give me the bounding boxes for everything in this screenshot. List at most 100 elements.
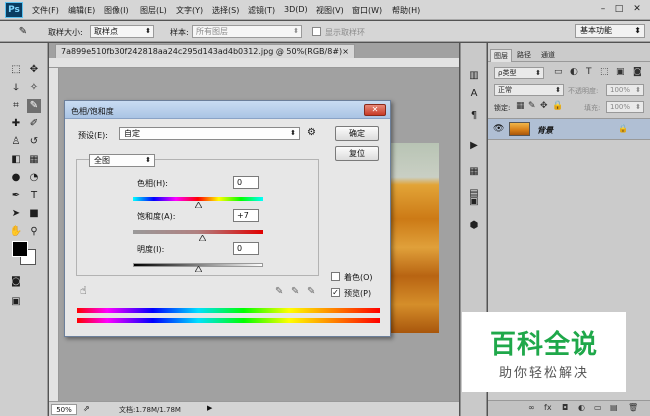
preset-select[interactable]: 自定 ⬍ bbox=[119, 127, 300, 140]
targeted-adjustment-hand-icon[interactable]: ☝ bbox=[80, 284, 87, 297]
new-group-icon[interactable]: ▭ bbox=[594, 403, 602, 412]
actions-panel-icon[interactable]: ▶ bbox=[466, 139, 482, 153]
menu-file[interactable]: 文件(F) bbox=[32, 5, 59, 16]
document-tab[interactable]: 7a899e510fb30f242818aa24c295d143ad4b0312… bbox=[55, 44, 355, 58]
menu-help[interactable]: 帮助(H) bbox=[392, 5, 420, 16]
close-window-button[interactable]: ✕ bbox=[630, 3, 644, 15]
hand-tool-icon[interactable]: ✋ bbox=[9, 225, 23, 239]
filter-shape-icon[interactable]: ⬚ bbox=[600, 67, 609, 77]
menu-view[interactable]: 视图(V) bbox=[316, 5, 344, 16]
saturation-slider-thumb[interactable] bbox=[199, 235, 207, 241]
dialog-title-bar[interactable]: 色相/饱和度 ✕ bbox=[65, 101, 390, 119]
sample-select[interactable]: 所有图层 ⬍ bbox=[192, 25, 302, 38]
quick-select-tool-icon[interactable]: ✧ bbox=[27, 81, 41, 95]
crop-tool-icon[interactable]: ⌗ bbox=[9, 99, 23, 113]
paragraph-panel-icon[interactable]: ¶ bbox=[466, 109, 482, 123]
layer-row-background[interactable]: 👁 背景 🔒 bbox=[488, 118, 650, 140]
preset-options-gear-icon[interactable]: ⚙ bbox=[307, 127, 316, 138]
type-tool-icon[interactable]: T bbox=[27, 189, 41, 203]
marquee-tool-icon[interactable]: ⬚ bbox=[9, 63, 23, 77]
eraser-tool-icon[interactable]: ◧ bbox=[9, 153, 23, 167]
filter-toggle-icon[interactable]: ◙ bbox=[633, 67, 642, 77]
tab-channels[interactable]: 通道 bbox=[538, 49, 558, 62]
dialog-close-button[interactable]: ✕ bbox=[364, 104, 386, 116]
eyedropper-plus-icon[interactable]: ✎ bbox=[291, 286, 299, 297]
path-select-tool-icon[interactable]: ➤ bbox=[9, 207, 23, 221]
eyedropper-tool-icon[interactable]: ✎ bbox=[27, 99, 41, 113]
hue-slider-track[interactable] bbox=[133, 197, 263, 201]
eyedropper-tool-preset-icon[interactable]: ✎ bbox=[16, 25, 30, 39]
blend-mode-select[interactable]: 正常 ⬍ bbox=[494, 84, 564, 96]
eyedropper-icon[interactable]: ✎ bbox=[275, 286, 283, 297]
3d-panel-icon[interactable]: ⬢ bbox=[466, 219, 482, 233]
lightness-input[interactable]: 0 bbox=[233, 242, 259, 255]
minimize-button[interactable]: – bbox=[596, 3, 610, 15]
dodge-tool-icon[interactable]: ◔ bbox=[27, 171, 41, 185]
add-mask-icon[interactable]: ◘ bbox=[562, 403, 568, 412]
filter-adjustment-icon[interactable]: ◐ bbox=[570, 67, 578, 77]
new-adjustment-icon[interactable]: ◐ bbox=[578, 403, 585, 412]
character-panel-icon[interactable]: A bbox=[466, 87, 482, 101]
delete-layer-icon[interactable]: 🗑 bbox=[628, 403, 638, 412]
menu-image[interactable]: 图像(I) bbox=[104, 5, 129, 16]
new-layer-icon[interactable]: ▤ bbox=[610, 403, 618, 412]
reset-button[interactable]: 复位 bbox=[335, 146, 379, 161]
layer-style-icon[interactable]: fx bbox=[544, 403, 552, 412]
wheat-field-image[interactable] bbox=[389, 143, 439, 333]
history-panel-icon[interactable]: ▥ bbox=[466, 69, 482, 83]
menu-3d[interactable]: 3D(D) bbox=[284, 5, 308, 14]
quick-mask-icon[interactable]: ◙ bbox=[9, 275, 23, 289]
status-arrow-icon[interactable]: ▶ bbox=[207, 404, 212, 412]
opacity-field[interactable]: 100% ⬍ bbox=[606, 84, 644, 96]
sample-size-select[interactable]: 取样点 ⬍ bbox=[90, 25, 154, 38]
menu-layer[interactable]: 图层(L) bbox=[140, 5, 167, 16]
show-ring-checkbox[interactable] bbox=[312, 27, 321, 36]
lock-all-icon[interactable]: 🔒 bbox=[552, 101, 563, 111]
layer-kind-filter[interactable]: ρ类型 ⬍ bbox=[494, 67, 544, 79]
filter-pixel-icon[interactable]: ▭ bbox=[554, 67, 563, 77]
menu-select[interactable]: 选择(S) bbox=[212, 5, 239, 16]
healing-brush-tool-icon[interactable]: ✚ bbox=[9, 117, 23, 131]
foreground-color-swatch[interactable] bbox=[12, 241, 28, 257]
close-tab-icon[interactable]: × bbox=[342, 45, 349, 58]
lock-transparency-icon[interactable]: ▦ bbox=[516, 101, 525, 111]
eyedropper-minus-icon[interactable]: ✎ bbox=[307, 286, 315, 297]
menu-filter[interactable]: 滤镜(T) bbox=[248, 5, 275, 16]
clone-stamp-tool-icon[interactable]: ♙ bbox=[9, 135, 23, 149]
hue-slider-thumb[interactable] bbox=[194, 202, 202, 208]
blur-tool-icon[interactable]: ● bbox=[9, 171, 23, 185]
brush-tool-icon[interactable]: ✐ bbox=[27, 117, 41, 131]
lock-position-icon[interactable]: ✥ bbox=[540, 101, 548, 111]
preview-checkbox[interactable]: ✓ bbox=[331, 288, 340, 297]
filter-smart-icon[interactable]: ▣ bbox=[616, 67, 625, 77]
tab-paths[interactable]: 路径 bbox=[514, 49, 534, 62]
visibility-eye-icon[interactable]: 👁 bbox=[493, 124, 504, 134]
workspace-select[interactable]: 基本功能 ⬍ bbox=[575, 24, 645, 38]
link-layers-icon[interactable]: ∞ bbox=[528, 403, 535, 412]
ok-button[interactable]: 确定 bbox=[335, 126, 379, 141]
menu-type[interactable]: 文字(Y) bbox=[176, 5, 203, 16]
move-tool-icon[interactable]: ✥ bbox=[27, 63, 41, 77]
swatches-panel-icon[interactable]: ▦ bbox=[466, 165, 482, 179]
lasso-tool-icon[interactable]: ↆ bbox=[9, 81, 23, 95]
filter-type-icon[interactable]: T bbox=[586, 67, 592, 77]
zoom-tool-icon[interactable]: ⚲ bbox=[27, 225, 41, 239]
saturation-slider-track[interactable] bbox=[133, 230, 263, 234]
hue-input[interactable]: 0 bbox=[233, 176, 259, 189]
lightness-slider-thumb[interactable] bbox=[194, 266, 202, 272]
gradient-tool-icon[interactable]: ▦ bbox=[27, 153, 41, 167]
share-icon[interactable]: ⇗ bbox=[83, 404, 90, 413]
menu-window[interactable]: 窗口(W) bbox=[352, 5, 382, 16]
fill-field[interactable]: 100% ⬍ bbox=[606, 101, 644, 113]
screen-mode-icon[interactable]: ▣ bbox=[9, 295, 23, 309]
colorize-checkbox[interactable] bbox=[331, 272, 340, 281]
lock-pixels-icon[interactable]: ✎ bbox=[528, 101, 536, 111]
menu-edit[interactable]: 编辑(E) bbox=[68, 5, 95, 16]
styles-panel-icon[interactable]: ▣ bbox=[466, 195, 482, 209]
history-brush-tool-icon[interactable]: ↺ bbox=[27, 135, 41, 149]
channel-select[interactable]: 全图 ⬍ bbox=[89, 154, 155, 167]
maximize-button[interactable]: □ bbox=[612, 3, 626, 15]
rectangle-tool-icon[interactable]: ■ bbox=[27, 207, 41, 221]
zoom-field[interactable]: 50% bbox=[51, 404, 77, 415]
saturation-input[interactable]: +7 bbox=[233, 209, 259, 222]
